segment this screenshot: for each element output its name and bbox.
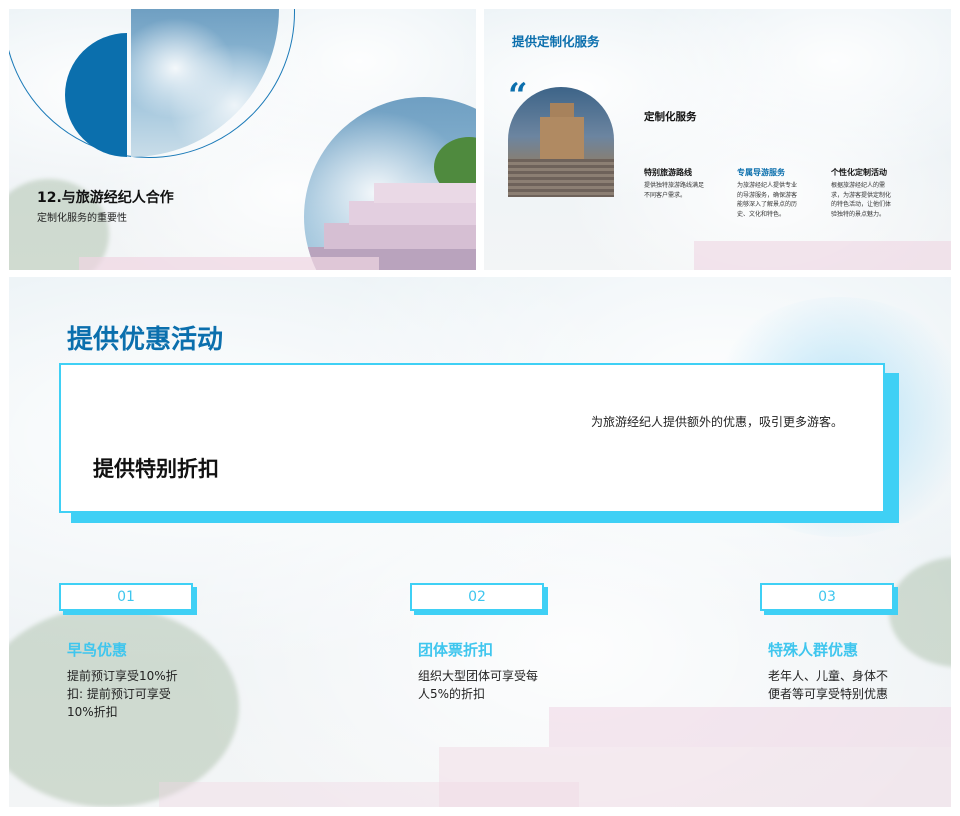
ruins-facade <box>540 103 584 159</box>
number-badge: 02 <box>410 583 544 611</box>
photo-step <box>324 223 476 249</box>
background-tree <box>889 557 951 667</box>
photo-stairs <box>508 159 614 197</box>
feature-body: 组织大型团体可享受每人5%的折扣 <box>418 669 539 701</box>
background-step <box>694 241 951 270</box>
service-column: 特别旅游路线 提供独特旅游路线满足不同客户需求。 <box>644 167 708 200</box>
feature-body: 老年人、儿童、身体不便者等可享受特别优惠 <box>768 669 889 701</box>
number-badge: 03 <box>760 583 894 611</box>
background-step <box>79 257 379 270</box>
page-title: 提供优惠活动 <box>67 325 224 355</box>
stairs-photo <box>304 97 476 270</box>
service-body: 提供独特旅游路线满足不同客户需求。 <box>644 182 705 199</box>
card-description: 为旅游经纪人提供额外的优惠，吸引更多游客。 <box>591 415 844 429</box>
slide-heading: 提供定制化服务 <box>512 34 600 49</box>
slide-title: 12.与旅游经纪人合作 <box>37 190 174 206</box>
section-subheading: 定制化服务 <box>644 111 697 123</box>
service-column: 个性化定制活动 根据旅游经纪人的需求，为游客提供定制化的特色活动，让他们体验独特… <box>831 167 895 219</box>
sky-photo <box>131 9 279 157</box>
background-step <box>549 707 951 747</box>
photo-step <box>349 201 476 225</box>
service-body: 根据旅游经纪人的需求，为游客提供定制化的特色活动，让他们体验独特的景点魅力。 <box>831 182 892 218</box>
feature-title: 团体票折扣 <box>418 641 494 659</box>
slide-thumbnail-2[interactable]: 提供定制化服务 “ 定制化服务 特别旅游路线 提供独特旅游路线满足不同客户需求。… <box>484 9 951 270</box>
service-title: 个性化定制活动 <box>831 168 887 177</box>
number-badge: 01 <box>59 583 193 611</box>
slide-subtitle: 定制化服务的重要性 <box>37 213 127 224</box>
quote-icon: “ <box>508 76 528 116</box>
background-step <box>159 782 579 807</box>
slide-thumbnail-1[interactable]: 12.与旅游经纪人合作 定制化服务的重要性 <box>9 9 476 270</box>
photo-step <box>374 183 476 203</box>
service-title: 专属导游服务 <box>737 168 785 177</box>
feature-body: 提前预订享受10%折扣: 提前预订可享受10%折扣 <box>67 669 178 719</box>
discount-card: 为旅游经纪人提供额外的优惠，吸引更多游客。 提供特别折扣 <box>59 363 885 513</box>
service-title: 特别旅游路线 <box>644 168 692 177</box>
service-column: 专属导游服务 为旅游经纪人提供专业的导游服务，确保游客能够深入了解景点的历史、文… <box>737 167 801 219</box>
feature-title: 特殊人群优惠 <box>768 641 859 659</box>
service-body: 为旅游经纪人提供专业的导游服务，确保游客能够深入了解景点的历史、文化和特色。 <box>737 182 798 218</box>
card-title: 提供特别折扣 <box>93 457 219 481</box>
feature-title: 早鸟优惠 <box>67 641 128 659</box>
main-slide: 提供优惠活动 为旅游经纪人提供额外的优惠，吸引更多游客。 提供特别折扣 01 早… <box>9 277 951 807</box>
